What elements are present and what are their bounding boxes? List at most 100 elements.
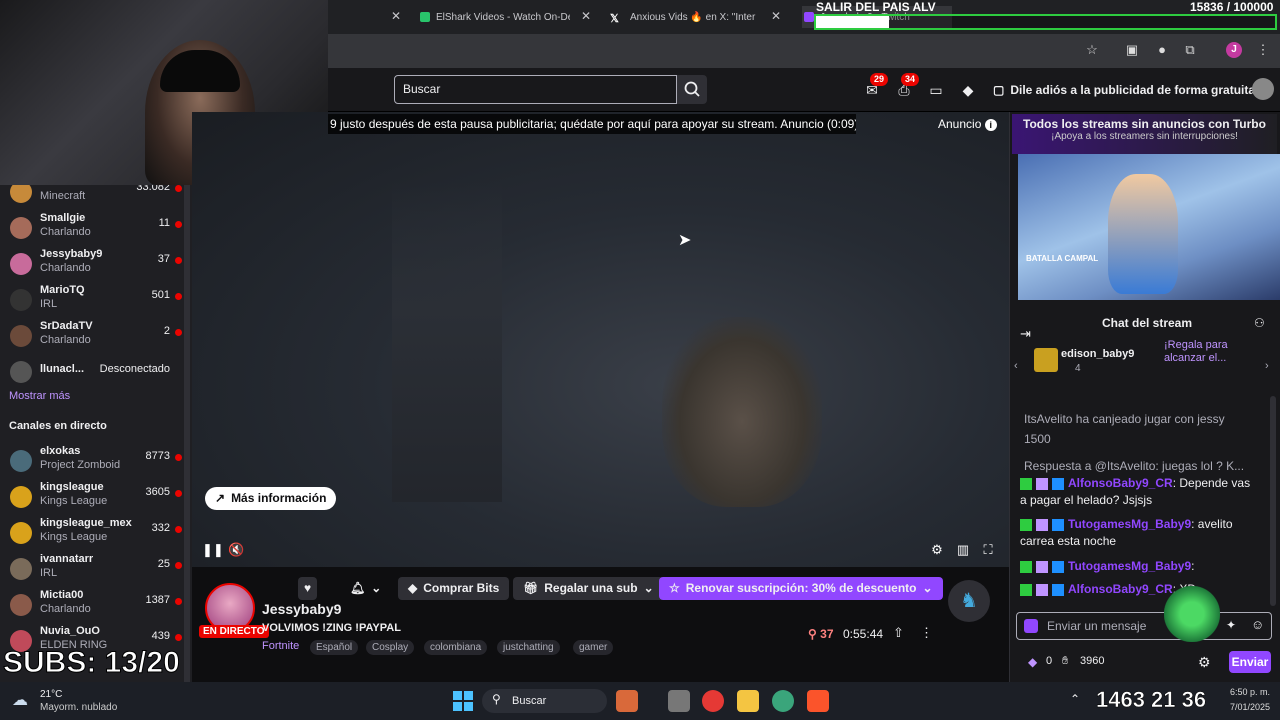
goal-title: SALIR DEL PAIS ALV	[816, 0, 936, 14]
emote-icon[interactable]: ☺	[1251, 617, 1264, 632]
chat-username[interactable]: TutogamesMg_Baby9	[1068, 559, 1191, 573]
settings-gear-icon[interactable]: ⚙	[929, 542, 945, 558]
edge-icon[interactable]	[772, 690, 794, 712]
theatre-mode-icon[interactable]: ▥	[955, 542, 971, 558]
gift-sub-button[interactable]: 🎁︎ Regalar una sub ⌄	[513, 577, 664, 600]
notifications-bell-button[interactable]: 🔔︎ ⌄	[340, 577, 391, 600]
chrome-icon[interactable]	[702, 690, 724, 712]
chat-text: :	[1191, 559, 1195, 573]
puzzle-extensions-icon[interactable]: ⧉	[1182, 42, 1198, 58]
ad-free-button[interactable]: ▢ Dile adiós a la publicidad de forma gr…	[993, 79, 1255, 101]
fullscreen-icon[interactable]: ⛶	[980, 542, 996, 558]
search-button[interactable]	[677, 75, 707, 104]
sidebar-channel-row[interactable]: elxokas Project Zomboid 8773	[0, 442, 184, 478]
tab-elshark[interactable]: ElShark Videos - Watch On-Den	[420, 6, 570, 28]
info-icon[interactable]: i	[984, 119, 997, 131]
tray-chevron-up-icon[interactable]: ⌃	[1070, 692, 1080, 706]
channel-avatar	[10, 558, 32, 580]
ad-label: Anuncio i	[938, 117, 997, 131]
renew-subscription-button[interactable]: ☆ Renovar suscripción: 30% de descuento ⌄	[659, 577, 943, 600]
sidebar-channel-row[interactable]: ivannatarr IRL 25	[0, 550, 184, 586]
gift-sub-label: Regalar una sub	[544, 581, 638, 595]
follow-heart-button[interactable]: ♥	[298, 577, 318, 600]
channel-avatar	[10, 361, 32, 383]
chat-username[interactable]: AlfonsoBaby9_CR	[1068, 582, 1173, 596]
clock-time[interactable]: 6:50 p. m.	[1230, 687, 1270, 697]
channel-viewers: 2	[163, 325, 170, 337]
menu-kebab-icon[interactable]: ⋮	[1255, 42, 1271, 58]
tab-close-icon[interactable]: ✕	[391, 9, 401, 23]
tag[interactable]: gamer	[573, 640, 614, 655]
search-input[interactable]: Buscar	[394, 75, 677, 104]
tag[interactable]: Cosplay	[366, 640, 415, 655]
sidebar-channel-row[interactable]: kingsleague_mex Kings League 332	[0, 514, 184, 550]
live-dot-icon	[175, 221, 182, 228]
sidebar-channel-row[interactable]: Mictia00 Charlando 1387	[0, 586, 184, 622]
chat-message: TutogamesMg_Baby9:	[1020, 558, 1252, 575]
bookmark-star-icon[interactable]: ☆	[1084, 42, 1100, 58]
channel-viewers: 3605	[145, 486, 170, 498]
buy-bits-button[interactable]: ◆ Comprar Bits	[398, 577, 510, 600]
stream-category[interactable]: Fortnite	[262, 640, 299, 652]
weather-temp[interactable]: 21°C	[40, 689, 62, 700]
chat-scrollbar[interactable]	[1270, 396, 1276, 606]
extension-icon[interactable]: ●	[1154, 42, 1170, 58]
chevron-right-icon[interactable]: ›	[1265, 360, 1269, 372]
collapse-chat-icon[interactable]: ⇥	[1020, 326, 1031, 342]
user-avatar[interactable]	[1252, 78, 1274, 100]
file-explorer-icon[interactable]	[737, 690, 759, 712]
sidebar-channel-row[interactable]: Smallgie Charlando 11	[0, 209, 184, 245]
turbo-banner[interactable]: Todos los streams sin anuncios con Turbo…	[1012, 114, 1277, 154]
send-button[interactable]: Enviar	[1229, 651, 1271, 673]
more-info-button[interactable]: ↗ Más información	[205, 487, 337, 510]
chat-badge-icon[interactable]	[1024, 619, 1038, 633]
tab-close-icon[interactable]: ✕	[771, 9, 781, 23]
tag[interactable]: colombiana	[424, 640, 488, 655]
channel-game: Charlando	[40, 334, 91, 346]
bits-cheer-icon[interactable]: ✦	[1226, 618, 1236, 632]
gifter-count: 4	[1075, 363, 1081, 374]
x-logo-icon: 𝕏	[610, 13, 619, 25]
pause-icon[interactable]: ❚❚	[202, 542, 224, 558]
chat-settings-gear-icon[interactable]: ⚙	[1198, 654, 1211, 671]
whispers-icon[interactable]: ▭	[926, 80, 946, 100]
ad-preview-image[interactable]: BATALLA CAMPAL	[1018, 154, 1280, 300]
notifications-badge: 29	[870, 73, 889, 86]
brave-icon[interactable]	[807, 690, 829, 712]
gift-prompt[interactable]: ¡Regala para alcanzar el...	[1164, 339, 1246, 365]
bits-icon[interactable]: ◆	[1028, 655, 1037, 669]
sidebar-channel-row[interactable]: kingsleague Kings League 3605	[0, 478, 184, 514]
chat-username[interactable]: AlfonsoBaby9_CR	[1068, 476, 1173, 490]
sidebar-channel-row[interactable]: llunacl... Desconectado	[0, 353, 184, 389]
users-icon[interactable]: ⚇	[1254, 316, 1265, 330]
tag[interactable]: justchatting	[497, 640, 560, 655]
profile-avatar-icon[interactable]: J	[1226, 42, 1242, 58]
show-more-link[interactable]: Mostrar más	[9, 390, 70, 402]
crown-icon[interactable]: ◆	[958, 80, 978, 100]
preview-character	[1108, 174, 1178, 294]
sidebar-channel-row[interactable]: MarioTQ IRL 501	[0, 281, 184, 317]
taskbar-app-icon[interactable]	[616, 690, 638, 712]
gifter-name[interactable]: edison_baby9	[1061, 348, 1134, 360]
sidebar-channel-row[interactable]: Jessybaby9 Charlando 37	[0, 245, 184, 281]
channel-game: Kings League	[40, 531, 108, 543]
hype-icon[interactable]: ♞	[948, 580, 990, 622]
mute-icon[interactable]: 🔇	[228, 542, 244, 558]
tab-anxious-vids[interactable]: 𝕏 Anxious Vids 🔥 en X: "Inter	[610, 6, 762, 28]
task-view-icon[interactable]	[668, 690, 690, 712]
screenshot-icon[interactable]: ▣	[1124, 42, 1140, 58]
share-icon[interactable]: ⇧	[893, 625, 904, 641]
channel-points-icon[interactable]: ✋︎	[1062, 655, 1068, 668]
more-options-icon[interactable]: ⋮	[920, 625, 933, 641]
streamer-name[interactable]: Jessybaby9	[262, 601, 341, 617]
chevron-down-icon: ⌄	[922, 581, 933, 595]
tab-close-icon[interactable]: ✕	[581, 9, 591, 23]
sidebar-scrollbar[interactable]	[184, 185, 190, 682]
sidebar-channel-row[interactable]: SrDadaTV Charlando 2	[0, 317, 184, 353]
windows-start-icon[interactable]	[453, 691, 473, 711]
tag[interactable]: Español	[310, 640, 359, 655]
live-dot-icon	[175, 634, 182, 641]
chevron-left-icon[interactable]: ‹	[1014, 360, 1018, 372]
turbo-subtitle: ¡Apoya a los streamers sin interrupcione…	[1051, 131, 1238, 142]
chat-username[interactable]: TutogamesMg_Baby9	[1068, 517, 1191, 531]
